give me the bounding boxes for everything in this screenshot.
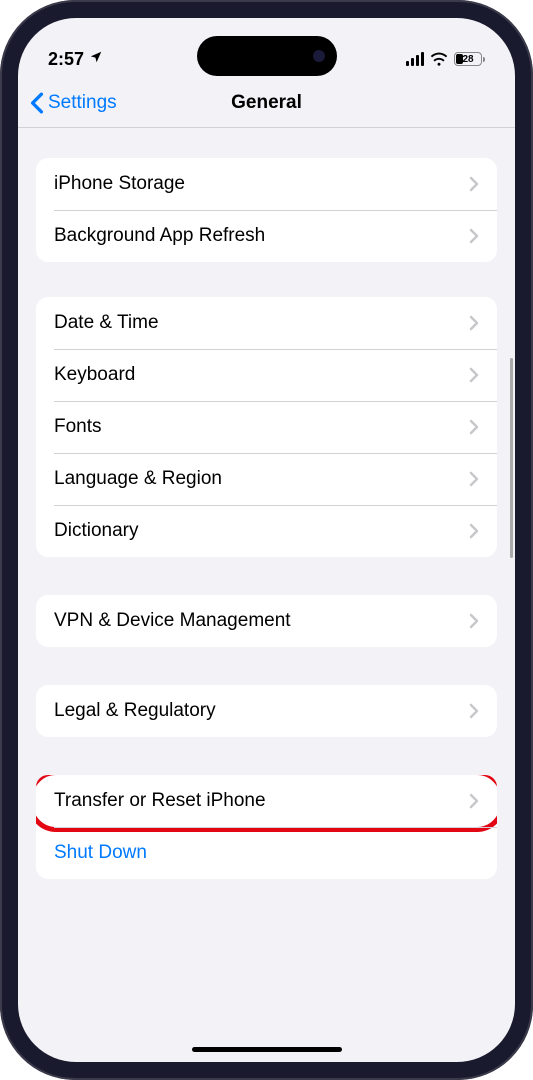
row-vpn-device-management[interactable]: VPN & Device Management bbox=[36, 595, 497, 647]
row-label: Date & Time bbox=[54, 312, 159, 334]
back-button[interactable]: Settings bbox=[30, 92, 117, 114]
row-label: Dictionary bbox=[54, 520, 138, 542]
row-label: Fonts bbox=[54, 416, 102, 438]
chevron-right-icon bbox=[469, 176, 479, 192]
nav-header: Settings General bbox=[18, 78, 515, 128]
chevron-left-icon bbox=[30, 92, 44, 114]
row-label: Background App Refresh bbox=[54, 225, 265, 247]
chevron-right-icon bbox=[469, 613, 479, 629]
battery-icon: 28 bbox=[454, 52, 485, 66]
chevron-right-icon bbox=[469, 315, 479, 331]
settings-group-vpn: VPN & Device Management bbox=[36, 595, 497, 647]
screen: 2:57 28 bbox=[18, 18, 515, 1062]
settings-group-storage: iPhone Storage Background App Refresh bbox=[36, 158, 497, 262]
cellular-icon bbox=[406, 52, 424, 66]
row-transfer-reset[interactable]: Transfer or Reset iPhone bbox=[36, 775, 497, 827]
dynamic-island bbox=[197, 36, 337, 76]
row-iphone-storage[interactable]: iPhone Storage bbox=[36, 158, 497, 210]
settings-group-reset: Transfer or Reset iPhone Shut Down bbox=[36, 775, 497, 879]
phone-frame: 2:57 28 bbox=[0, 0, 533, 1080]
settings-group-localization: Date & Time Keyboard Fonts Language & Re… bbox=[36, 297, 497, 557]
row-legal-regulatory[interactable]: Legal & Regulatory bbox=[36, 685, 497, 737]
location-icon bbox=[89, 50, 103, 69]
scrollbar-indicator[interactable] bbox=[510, 358, 513, 558]
page-title: General bbox=[231, 92, 302, 114]
row-background-app-refresh[interactable]: Background App Refresh bbox=[36, 210, 497, 262]
row-label: Shut Down bbox=[54, 842, 147, 864]
row-label: iPhone Storage bbox=[54, 173, 185, 195]
row-shut-down[interactable]: Shut Down bbox=[36, 827, 497, 879]
battery-percent: 28 bbox=[462, 54, 473, 65]
row-dictionary[interactable]: Dictionary bbox=[36, 505, 497, 557]
row-language-region[interactable]: Language & Region bbox=[36, 453, 497, 505]
chevron-right-icon bbox=[469, 228, 479, 244]
row-label: VPN & Device Management bbox=[54, 610, 291, 632]
status-time: 2:57 bbox=[48, 49, 84, 70]
row-fonts[interactable]: Fonts bbox=[36, 401, 497, 453]
wifi-icon bbox=[430, 52, 448, 66]
row-keyboard[interactable]: Keyboard bbox=[36, 349, 497, 401]
row-label: Legal & Regulatory bbox=[54, 700, 216, 722]
row-date-time[interactable]: Date & Time bbox=[36, 297, 497, 349]
chevron-right-icon bbox=[469, 703, 479, 719]
settings-group-legal: Legal & Regulatory bbox=[36, 685, 497, 737]
home-indicator[interactable] bbox=[192, 1047, 342, 1052]
row-label: Keyboard bbox=[54, 364, 135, 386]
back-label: Settings bbox=[48, 92, 117, 114]
chevron-right-icon bbox=[469, 471, 479, 487]
status-left: 2:57 bbox=[48, 49, 103, 70]
row-label: Transfer or Reset iPhone bbox=[54, 790, 266, 812]
chevron-right-icon bbox=[469, 367, 479, 383]
content: iPhone Storage Background App Refresh Da… bbox=[18, 128, 515, 1062]
row-label: Language & Region bbox=[54, 468, 222, 490]
chevron-right-icon bbox=[469, 793, 479, 809]
chevron-right-icon bbox=[469, 419, 479, 435]
chevron-right-icon bbox=[469, 523, 479, 539]
status-right: 28 bbox=[406, 52, 485, 66]
